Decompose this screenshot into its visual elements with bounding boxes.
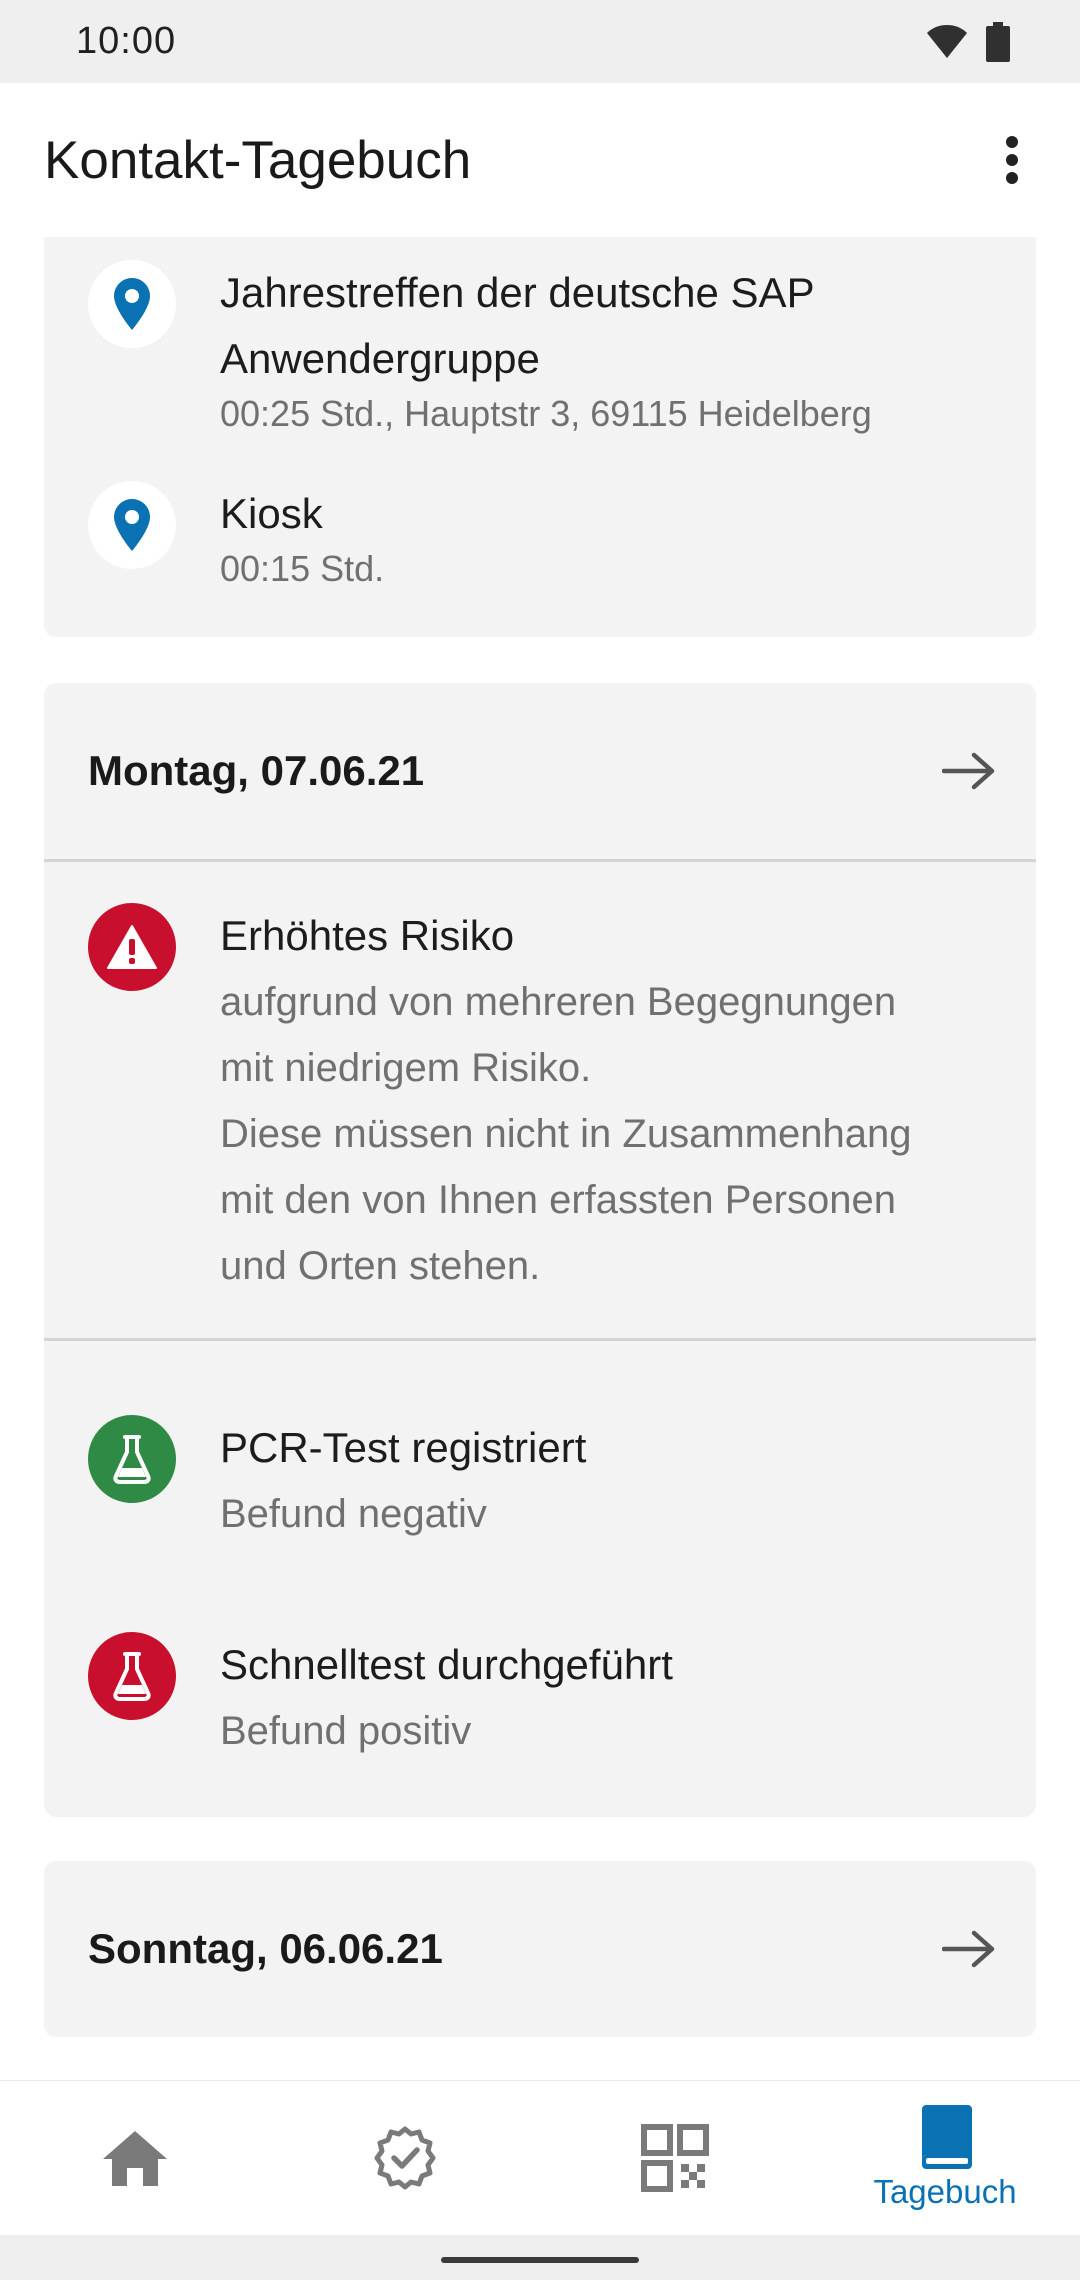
risk-description: und Orten stehen.: [220, 1244, 541, 1288]
location-title: Jahrestreffen der deutsche SAP: [220, 269, 815, 316]
location-pin-icon: [88, 260, 176, 348]
battery-icon: [986, 21, 1010, 62]
status-time: 10:00: [76, 20, 177, 62]
gesture-bar: [0, 2235, 1080, 2280]
more-options-button[interactable]: [984, 115, 1040, 205]
risk-entry: Erhöhtes Risiko aufgrund von mehreren Be…: [88, 903, 911, 1299]
nav-certificates[interactable]: [270, 2081, 540, 2235]
app-bar: Kontakt-Tagebuch: [0, 83, 1080, 237]
test-flask-icon: [88, 1632, 176, 1720]
risk-title: Erhöhtes Risiko: [220, 912, 515, 959]
divider: [44, 1338, 1036, 1341]
location-title: Kiosk: [220, 490, 323, 537]
nav-scan[interactable]: [540, 2081, 810, 2235]
test-result: Befund positiv: [220, 1709, 472, 1753]
risk-description: Diese müssen nicht in Zusammenhang: [220, 1112, 912, 1156]
page-title: Kontakt-Tagebuch: [44, 130, 472, 190]
nav-diary-label: Tagebuch: [873, 2173, 1017, 2210]
status-bar: 10:00: [0, 0, 1080, 83]
day-label: Sonntag, 06.06.21: [88, 1925, 443, 1972]
location-title-cont: Anwendergruppe: [220, 335, 540, 382]
warning-icon: [88, 903, 176, 991]
nav-diary[interactable]: Tagebuch: [810, 2081, 1080, 2235]
day-header-monday[interactable]: Montag, 07.06.21: [44, 683, 1036, 859]
day-label: Montag, 07.06.21: [88, 747, 425, 794]
divider: [44, 859, 1036, 862]
test-result: Befund negativ: [220, 1492, 487, 1536]
location-entry[interactable]: Jahrestreffen der deutsche SAP Anwenderg…: [88, 260, 872, 436]
diary-book-icon: [922, 2105, 972, 2169]
arrow-right-icon: [942, 1930, 995, 1968]
more-vert-icon: [1006, 136, 1018, 184]
location-pin-icon: [88, 481, 176, 569]
test-flask-icon: [88, 1415, 176, 1503]
risk-description: mit den von Ihnen erfassten Personen: [220, 1178, 896, 1222]
nav-home[interactable]: [0, 2081, 270, 2235]
risk-description: mit niedrigem Risiko.: [220, 1046, 592, 1090]
arrow-right-icon: [942, 752, 995, 790]
test-entry-pcr[interactable]: PCR-Test registriert Befund negativ: [88, 1415, 586, 1547]
test-title: Schnelltest durchgeführt: [220, 1641, 673, 1688]
qr-code-icon: [641, 2124, 709, 2192]
bottom-navigation: Tagebuch: [0, 2080, 1080, 2235]
day-header-sunday[interactable]: Sonntag, 06.06.21: [44, 1861, 1036, 2037]
diary-list[interactable]: Jahrestreffen der deutsche SAP Anwenderg…: [0, 237, 1080, 2080]
risk-description: aufgrund von mehreren Begegnungen: [220, 980, 897, 1024]
certificate-icon: [374, 2126, 436, 2190]
day-card-previous: Jahrestreffen der deutsche SAP Anwenderg…: [44, 237, 1036, 637]
location-detail: 00:15 Std.: [220, 548, 385, 589]
location-detail: 00:25 Std., Hauptstr 3, 69115 Heidelberg: [220, 393, 872, 434]
test-title: PCR-Test registriert: [220, 1424, 587, 1471]
status-icons: [926, 21, 1010, 62]
location-entry[interactable]: Kiosk 00:15 Std.: [88, 481, 384, 591]
home-icon: [103, 2131, 167, 2186]
test-entry-rapid[interactable]: Schnelltest durchgeführt Befund positiv: [88, 1632, 673, 1764]
gesture-handle[interactable]: [441, 2257, 639, 2263]
wifi-icon: [927, 24, 967, 58]
